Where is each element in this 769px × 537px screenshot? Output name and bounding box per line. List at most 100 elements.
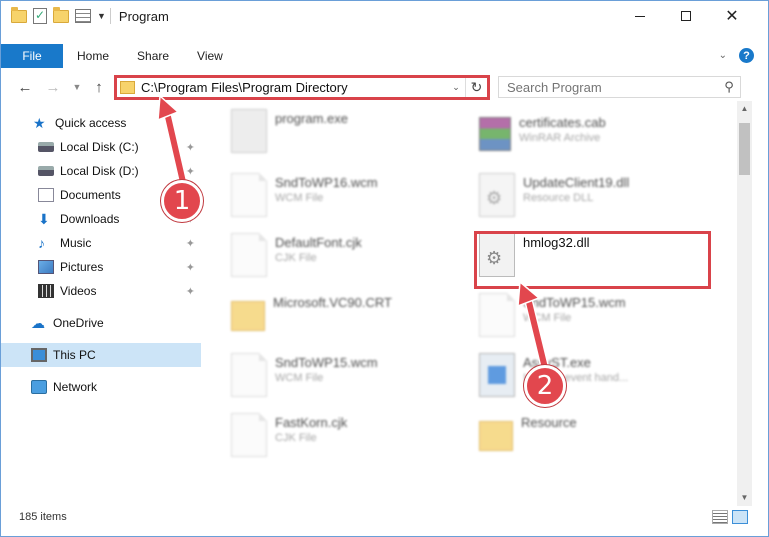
sidebar-item-onedrive[interactable]: ☁ OneDrive bbox=[1, 311, 201, 335]
folder-item[interactable]: Resource bbox=[479, 413, 709, 463]
application-icon bbox=[231, 109, 267, 153]
pin-icon: ✦ bbox=[185, 141, 195, 154]
chevron-down-icon[interactable]: ▼ bbox=[97, 11, 106, 21]
document-icon bbox=[231, 233, 267, 277]
search-input[interactable] bbox=[499, 79, 718, 95]
quick-access-toolbar: ▼ bbox=[11, 1, 106, 31]
file-item[interactable]: certificates.cab WinRAR Archive bbox=[479, 113, 709, 163]
file-item[interactable]: ⚙ UpdateClient19.dll Resource DLL bbox=[479, 173, 709, 223]
pin-icon: ✦ bbox=[185, 261, 195, 274]
address-bar[interactable]: C:\Program Files\Program Directory ⌄ ↻ bbox=[114, 75, 490, 100]
maximize-button[interactable] bbox=[663, 1, 709, 31]
recent-locations-button[interactable]: ▼ bbox=[67, 77, 87, 97]
file-type: WCM File bbox=[275, 372, 324, 384]
sidebar-item-this-pc[interactable]: This PC bbox=[1, 343, 201, 367]
vertical-scrollbar[interactable]: ▲ ▼ bbox=[737, 101, 752, 506]
document-icon bbox=[231, 173, 267, 217]
tab-file[interactable]: File bbox=[1, 44, 63, 68]
sidebar-item-label: Pictures bbox=[60, 260, 104, 274]
close-button[interactable]: ✕ bbox=[709, 1, 755, 31]
pin-icon: ✦ bbox=[185, 285, 195, 298]
properties-check-icon[interactable] bbox=[33, 8, 47, 24]
sidebar-item-pictures[interactable]: Pictures ✦ bbox=[1, 255, 201, 279]
scroll-up-icon[interactable]: ▲ bbox=[737, 101, 752, 117]
tab-view[interactable]: View bbox=[183, 49, 237, 63]
step-two-badge: 2 bbox=[524, 365, 566, 407]
address-path[interactable]: C:\Program Files\Program Directory bbox=[141, 80, 447, 95]
document-icon bbox=[231, 353, 267, 397]
file-item[interactable]: DefaultFont.cjk CJK File bbox=[231, 233, 461, 283]
file-item[interactable]: program.exe bbox=[231, 109, 461, 159]
window-title: Program bbox=[118, 8, 169, 24]
refresh-button[interactable]: ↻ bbox=[465, 78, 487, 97]
sidebar-item-quick-access[interactable]: ★ Quick access bbox=[1, 111, 201, 135]
drive-icon bbox=[38, 166, 54, 176]
file-item[interactable]: FastKorn.cjk CJK File bbox=[231, 413, 461, 463]
sidebar-item-label: Videos bbox=[60, 284, 97, 298]
tiles-view-icon[interactable] bbox=[732, 510, 748, 524]
document-icon bbox=[479, 293, 515, 337]
sidebar-item-label: Local Disk (D:) bbox=[60, 164, 139, 178]
back-button[interactable]: ← bbox=[15, 77, 35, 97]
file-type: WCM File bbox=[523, 312, 572, 324]
new-folder-icon[interactable] bbox=[53, 6, 69, 23]
sidebar-item-label: Music bbox=[60, 236, 92, 250]
file-name: SndToWP16.wcm bbox=[275, 175, 378, 190]
documents-icon bbox=[38, 188, 54, 202]
sidebar-item-videos[interactable]: Videos ✦ bbox=[1, 279, 201, 303]
customize-icon[interactable] bbox=[75, 9, 91, 23]
sidebar-item-label: Local Disk (C:) bbox=[60, 140, 139, 154]
folder-icon bbox=[120, 81, 135, 94]
sidebar-item-music[interactable]: ♪ Music ✦ bbox=[1, 231, 201, 255]
status-bar: 185 items bbox=[1, 506, 768, 528]
download-icon: ⬇ bbox=[38, 211, 50, 227]
file-name: DefaultFont.cjk bbox=[275, 235, 362, 250]
file-item[interactable]: AssyST.exe Installer event hand... bbox=[479, 353, 709, 403]
expand-ribbon-icon[interactable]: ⌄ bbox=[719, 50, 727, 61]
file-item[interactable]: SndToWP15.wcm WCM File bbox=[479, 293, 709, 343]
details-view-icon[interactable] bbox=[712, 510, 728, 524]
tab-home[interactable]: Home bbox=[63, 49, 123, 63]
up-button[interactable]: ↑ bbox=[89, 77, 109, 97]
tab-share[interactable]: Share bbox=[123, 49, 183, 63]
view-switcher bbox=[712, 510, 748, 524]
address-dropdown-icon[interactable]: ⌄ bbox=[447, 82, 465, 93]
sidebar-item-label: Documents bbox=[60, 188, 121, 202]
item-count: 185 items bbox=[19, 511, 67, 523]
star-icon: ★ bbox=[33, 115, 46, 131]
sidebar-item-label: Network bbox=[53, 380, 98, 394]
pin-icon: ✦ bbox=[185, 237, 195, 250]
file-name: program.exe bbox=[275, 111, 348, 126]
cloud-icon: ☁ bbox=[31, 315, 45, 331]
sidebar-item-network[interactable]: Network bbox=[1, 375, 201, 399]
installer-icon bbox=[479, 353, 515, 397]
folder-icon bbox=[479, 421, 513, 451]
minimize-button[interactable] bbox=[617, 1, 663, 31]
forward-button[interactable]: → bbox=[43, 77, 63, 97]
minimize-icon bbox=[635, 15, 645, 17]
folder-item[interactable]: Microsoft.VC90.CRT bbox=[231, 293, 461, 343]
sidebar-item-local-disk-c[interactable]: Local Disk (C:) ✦ bbox=[1, 135, 201, 159]
title-bar: ▼ Program ✕ bbox=[1, 1, 768, 31]
navigation-pane: ★ Quick access Local Disk (C:) ✦ Local D… bbox=[1, 111, 201, 496]
step-one-badge: 1 bbox=[161, 180, 203, 222]
file-item[interactable]: SndToWP16.wcm WCM File bbox=[231, 173, 461, 223]
target-file-highlight bbox=[474, 231, 711, 289]
search-icon[interactable]: ⚲ bbox=[718, 79, 740, 95]
file-name: UpdateClient19.dll bbox=[523, 175, 630, 190]
file-name: Microsoft.VC90.CRT bbox=[273, 295, 392, 310]
file-type: WCM File bbox=[275, 192, 324, 204]
scroll-thumb[interactable] bbox=[739, 123, 750, 175]
explorer-window: ▼ Program ✕ File Home Share View ⌄ ? ← →… bbox=[0, 0, 769, 537]
search-box[interactable]: ⚲ bbox=[498, 76, 741, 98]
help-icon[interactable]: ? bbox=[739, 48, 754, 63]
sidebar-item-local-disk-d[interactable]: Local Disk (D:) ✦ bbox=[1, 159, 201, 183]
scroll-down-icon[interactable]: ▼ bbox=[737, 490, 752, 506]
file-name: SndToWP15.wcm bbox=[523, 295, 626, 310]
file-item[interactable]: SndToWP15.wcm WCM File bbox=[231, 353, 461, 403]
folder-icon bbox=[231, 301, 265, 331]
sidebar-item-label: OneDrive bbox=[53, 316, 104, 330]
document-icon bbox=[231, 413, 267, 457]
maximize-icon bbox=[681, 11, 691, 21]
folder-icon bbox=[11, 6, 27, 23]
